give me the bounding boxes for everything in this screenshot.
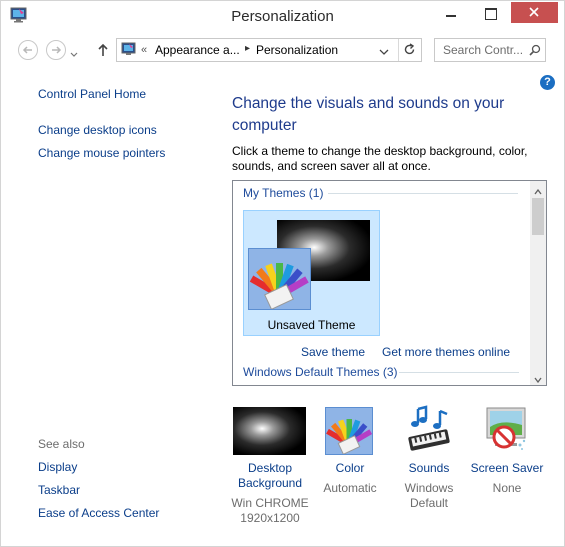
breadcrumb-appearance[interactable]: Appearance a...: [155, 43, 240, 57]
change-mouse-pointers-link[interactable]: Change mouse pointers: [38, 146, 165, 160]
desktop-background-value: Win CHROME 1920x1200: [229, 496, 311, 526]
help-icon[interactable]: ?: [540, 75, 555, 90]
display-link[interactable]: Display: [38, 460, 77, 474]
address-divider: [398, 39, 399, 61]
color-fan-icon: [326, 419, 373, 455]
desktop-background-name: Win CHROME: [231, 496, 309, 510]
themes-scrollbar[interactable]: [530, 181, 546, 385]
desktop-background-resolution: 1920x1200: [240, 511, 300, 525]
sounds-icon[interactable]: [404, 405, 454, 455]
see-also-label: See also: [38, 437, 85, 451]
color-value: Automatic: [323, 481, 377, 495]
color-fan-icon: [249, 263, 309, 310]
my-themes-group-label[interactable]: My Themes (1): [243, 186, 323, 200]
color-thumbnail[interactable]: [325, 407, 373, 455]
up-button[interactable]: [96, 42, 110, 58]
screen-saver-label[interactable]: Screen Saver: [468, 461, 546, 476]
address-bar[interactable]: « Appearance a... ▸ Personalization: [116, 38, 422, 62]
forward-button[interactable]: [46, 40, 66, 60]
recent-locations-chevron-icon[interactable]: [70, 47, 78, 57]
save-theme-link[interactable]: Save theme: [301, 345, 365, 359]
desktop-background-label[interactable]: Desktop Background: [229, 461, 311, 491]
windows-default-themes-group-label[interactable]: Windows Default Themes (3): [243, 365, 398, 379]
scroll-thumb[interactable]: [532, 198, 544, 235]
screen-saver-icon[interactable]: [482, 405, 532, 455]
get-more-themes-online-link[interactable]: Get more themes online: [382, 345, 510, 359]
color-label[interactable]: Color: [314, 461, 386, 476]
close-button[interactable]: [511, 2, 558, 23]
sounds-label[interactable]: Sounds: [393, 461, 465, 476]
maximize-button[interactable]: [476, 2, 504, 24]
theme-name: Unsaved Theme: [267, 318, 356, 332]
control-panel-icon: [121, 42, 137, 57]
minimize-button[interactable]: [437, 2, 465, 24]
back-button[interactable]: [18, 40, 38, 60]
page-description: Click a theme to change the desktop back…: [232, 144, 528, 173]
search-placeholder[interactable]: Search Contr...: [443, 43, 523, 57]
unsaved-theme-tile[interactable]: Unsaved Theme: [243, 210, 380, 336]
search-box[interactable]: Search Contr...: [434, 38, 546, 62]
title-bar: Personalization: [1, 1, 564, 33]
scroll-up-arrow-icon[interactable]: [534, 184, 542, 198]
screen-saver-value: None: [492, 481, 522, 495]
desktop-background-thumbnail[interactable]: [233, 407, 306, 455]
sounds-value: Windows Default: [404, 481, 454, 510]
themes-list[interactable]: My Themes (1) Unsaved Theme Save theme G…: [232, 180, 547, 386]
navigation-bar: « Appearance a... ▸ Personalization Sear…: [1, 34, 564, 66]
ease-of-access-center-link[interactable]: Ease of Access Center: [38, 506, 159, 520]
close-icon: [529, 7, 539, 17]
change-desktop-icons-link[interactable]: Change desktop icons: [38, 123, 157, 137]
group-divider: [328, 193, 518, 194]
refresh-button[interactable]: [403, 43, 416, 59]
back-arrow-icon: [22, 46, 32, 54]
refresh-icon: [404, 43, 415, 55]
address-dropdown-icon[interactable]: [379, 45, 389, 59]
page-heading: Change the visuals and sounds on your co…: [232, 95, 505, 134]
search-icon[interactable]: [529, 44, 541, 59]
group-divider: [399, 372, 519, 373]
taskbar-link[interactable]: Taskbar: [38, 483, 80, 497]
up-arrow-icon: [98, 43, 108, 56]
control-panel-home-link[interactable]: Control Panel Home: [38, 87, 146, 101]
personalization-window: Personalization « Appearance a... ▸ Pers…: [0, 0, 565, 547]
address-overflow-marker[interactable]: «: [141, 44, 147, 56]
forward-arrow-icon: [52, 46, 62, 54]
theme-color-swatch: [248, 248, 311, 310]
breadcrumb-personalization[interactable]: Personalization: [256, 43, 338, 57]
breadcrumb-separator-icon[interactable]: ▸: [245, 43, 250, 54]
scroll-down-arrow-icon[interactable]: [534, 372, 542, 385]
